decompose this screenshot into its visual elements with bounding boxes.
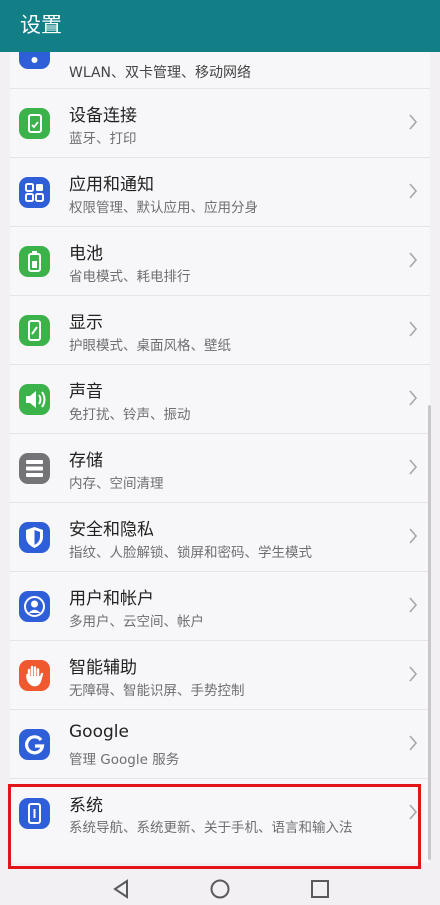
settings-item-title: 显示	[69, 313, 103, 333]
wireless-icon	[19, 52, 50, 69]
sound-icon	[19, 384, 50, 415]
settings-item-subtitle: 管理 Google 服务	[69, 752, 180, 768]
google-icon	[19, 729, 50, 760]
settings-item-display[interactable]: 显示 护眼模式、桌面风格、壁纸	[10, 296, 430, 365]
settings-item-title: 应用和通知	[69, 175, 154, 195]
apps-grid-icon	[19, 177, 50, 208]
hand-icon	[19, 660, 50, 691]
settings-list[interactable]: WLAN、双卡管理、移动网络 设备连接 蓝牙、打印 应用和通知 权限管理、默认应…	[0, 52, 440, 872]
scrollbar[interactable]	[428, 405, 431, 860]
settings-item-subtitle: 指纹、人脸解锁、锁屏和密码、学生模式	[69, 545, 312, 561]
chevron-right-icon	[409, 252, 418, 268]
settings-item-users[interactable]: 用户和帐户 多用户、云空间、帐户	[10, 572, 430, 641]
settings-item-device-connection[interactable]: 设备连接 蓝牙、打印	[10, 89, 430, 158]
settings-item-subtitle: 内存、空间清理	[69, 476, 164, 492]
settings-item-subtitle: 无障碍、智能识屏、手势控制	[69, 683, 245, 699]
settings-item-subtitle: 护眼模式、桌面风格、壁纸	[69, 338, 231, 354]
settings-item-title: 声音	[69, 382, 103, 402]
back-icon[interactable]	[109, 877, 133, 901]
settings-item-storage[interactable]: 存储 内存、空间清理	[10, 434, 430, 503]
settings-item-subtitle: 权限管理、默认应用、应用分身	[69, 200, 258, 216]
chevron-right-icon	[409, 528, 418, 544]
settings-item-security[interactable]: 安全和隐私 指纹、人脸解锁、锁屏和密码、学生模式	[10, 503, 430, 572]
home-icon[interactable]	[208, 877, 232, 901]
device-connection-icon	[19, 108, 50, 139]
navigation-bar	[0, 872, 440, 905]
settings-item-title: 存储	[69, 451, 103, 471]
storage-icon	[19, 453, 50, 484]
settings-item-subtitle: 省电模式、耗电排行	[69, 269, 191, 285]
settings-item-title: 设备连接	[69, 106, 137, 126]
highlight-box	[8, 784, 421, 869]
settings-item-subtitle: WLAN、双卡管理、移动网络	[69, 65, 252, 81]
settings-item-accessibility[interactable]: 智能辅助 无障碍、智能识屏、手势控制	[10, 641, 430, 710]
chevron-right-icon	[409, 321, 418, 337]
settings-item-title: 安全和隐私	[69, 520, 154, 540]
page-title: 设置	[20, 13, 62, 37]
chevron-right-icon	[409, 390, 418, 406]
shield-icon	[19, 522, 50, 553]
chevron-right-icon	[409, 597, 418, 613]
settings-item-subtitle: 蓝牙、打印	[69, 131, 137, 147]
settings-item-title: Google	[69, 722, 129, 742]
display-icon	[19, 315, 50, 346]
user-icon	[19, 591, 50, 622]
app-bar: 设置	[0, 0, 440, 52]
chevron-right-icon	[409, 666, 418, 682]
recent-apps-icon[interactable]	[308, 877, 332, 901]
settings-item-title: 用户和帐户	[69, 589, 154, 609]
chevron-right-icon	[409, 183, 418, 199]
settings-item-title: 智能辅助	[69, 658, 137, 678]
settings-item-sound[interactable]: 声音 免打扰、铃声、振动	[10, 365, 430, 434]
battery-icon	[19, 246, 50, 277]
settings-item-subtitle: 免打扰、铃声、振动	[69, 407, 191, 423]
chevron-right-icon	[409, 114, 418, 130]
settings-item-wireless[interactable]: WLAN、双卡管理、移动网络	[10, 52, 430, 89]
chevron-right-icon	[409, 735, 418, 751]
settings-item-battery[interactable]: 电池 省电模式、耗电排行	[10, 227, 430, 296]
settings-item-apps[interactable]: 应用和通知 权限管理、默认应用、应用分身	[10, 158, 430, 227]
chevron-right-icon	[409, 459, 418, 475]
settings-item-title: 电池	[69, 244, 103, 264]
settings-item-subtitle: 多用户、云空间、帐户	[69, 614, 204, 630]
settings-item-google[interactable]: Google 管理 Google 服务	[10, 710, 430, 779]
